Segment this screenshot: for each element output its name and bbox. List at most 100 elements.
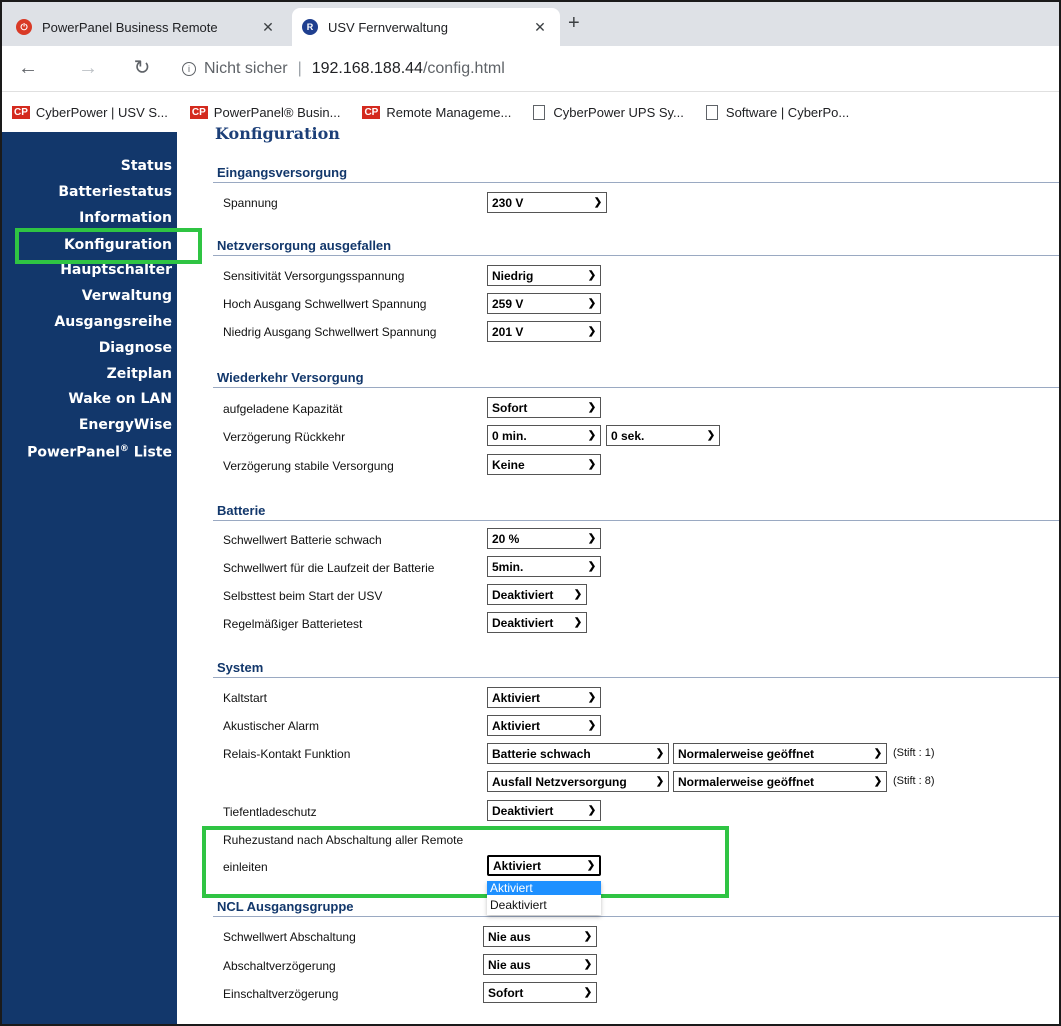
label-einschaltverzoegerung: Einschaltverzögerung xyxy=(223,987,339,1001)
select-schwellwert-abschaltung[interactable]: Nie aus ❯ xyxy=(483,926,597,947)
select-value: 230 V xyxy=(492,195,524,210)
chevron-down-icon: ❯ xyxy=(655,748,665,759)
chevron-down-icon: ❯ xyxy=(573,589,583,600)
tab-title: PowerPanel Business Remote xyxy=(42,19,218,35)
chevron-down-icon: ❯ xyxy=(583,959,593,970)
select-value: 0 min. xyxy=(492,428,527,443)
ruhezustand-dropdown-list: Aktiviert Deaktiviert xyxy=(487,881,601,915)
sidebar-item-label-suffix: Liste xyxy=(128,444,172,461)
bookmark-cyberpower-usv[interactable]: CP CyberPower | USV S... xyxy=(12,105,168,120)
select-value: Niedrig xyxy=(492,268,534,283)
sidebar-item-diagnose[interactable]: Diagnose xyxy=(99,340,172,356)
new-tab-button[interactable]: + xyxy=(568,12,580,35)
tab-strip: ⏻ PowerPanel Business Remote ✕ R USV Fer… xyxy=(2,2,1059,46)
select-verzoegerung-stabil[interactable]: Keine ❯ xyxy=(487,454,601,475)
section-title-system: System xyxy=(217,660,264,675)
section-title-ncl: NCL Ausgangsgruppe xyxy=(217,899,354,914)
select-value: Ausfall Netzversorgung xyxy=(492,774,627,789)
label-kaltstart: Kaltstart xyxy=(223,691,268,705)
section-title-batterie: Batterie xyxy=(217,503,266,518)
select-relais-funktion-1[interactable]: Batterie schwach ❯ xyxy=(487,743,669,764)
sidebar-item-energywise[interactable]: EnergyWise xyxy=(79,417,172,433)
sidebar-item-powerpanel-liste[interactable]: PowerPanel® Liste xyxy=(27,444,172,461)
forward-arrow-icon[interactable]: → xyxy=(76,57,100,79)
bookmark-software[interactable]: Software | CyberPo... xyxy=(705,104,850,120)
close-icon[interactable]: ✕ xyxy=(528,19,552,36)
select-value: Aktiviert xyxy=(492,718,541,733)
section-divider xyxy=(213,520,1059,521)
registered-mark: ® xyxy=(119,444,129,454)
select-hoch-schwellwert[interactable]: 259 V ❯ xyxy=(487,293,601,314)
tab-usv-fernverwaltung[interactable]: R USV Fernverwaltung ✕ xyxy=(292,8,560,46)
label-tiefentladeschutz: Tiefentladeschutz xyxy=(223,805,317,819)
select-value: Deaktiviert xyxy=(492,587,554,602)
select-aufgeladene-kapazitaet[interactable]: Sofort ❯ xyxy=(487,397,601,418)
select-value: Deaktiviert xyxy=(492,615,554,630)
select-batterie-schwach[interactable]: 20 % ❯ xyxy=(487,528,601,549)
label-sensitivitaet: Sensitivität Versorgungsspannung xyxy=(223,269,405,283)
label-verzoegerung-rueckkehr: Verzögerung Rückkehr xyxy=(223,430,346,444)
chevron-down-icon: ❯ xyxy=(587,326,597,337)
chevron-down-icon: ❯ xyxy=(706,430,716,441)
label-verzoegerung-stabil: Verzögerung stabile Versorgung xyxy=(223,459,394,473)
page-content: Status Batteriestatus Information Konfig… xyxy=(2,124,1059,1024)
bookmark-remote-management[interactable]: CP Remote Manageme... xyxy=(362,105,511,120)
browser-window: ⏻ PowerPanel Business Remote ✕ R USV Fer… xyxy=(0,0,1061,1026)
address-bar[interactable]: i Nicht sicher | 192.168.188.44/config.h… xyxy=(182,54,505,84)
select-sensitivitaet[interactable]: Niedrig ❯ xyxy=(487,265,601,286)
select-verzoegerung-minuten[interactable]: 0 min. ❯ xyxy=(487,425,601,446)
tab-powerpanel[interactable]: ⏻ PowerPanel Business Remote ✕ xyxy=(6,8,288,46)
sidebar-item-hauptschalter[interactable]: Hauptschalter xyxy=(60,262,172,278)
sidebar-item-information[interactable]: Information xyxy=(79,210,172,226)
select-abschaltverzoegerung[interactable]: Nie aus ❯ xyxy=(483,954,597,975)
sidebar-item-label: PowerPanel xyxy=(27,444,120,461)
dropdown-option-aktiviert[interactable]: Aktiviert xyxy=(487,881,601,895)
tab-title: USV Fernverwaltung xyxy=(328,19,448,35)
select-einschaltverzoegerung[interactable]: Sofort ❯ xyxy=(483,982,597,1003)
select-spannung[interactable]: 230 V ❯ xyxy=(487,192,607,213)
chevron-down-icon: ❯ xyxy=(587,270,597,281)
sidebar-item-ausgangsreihe[interactable]: Ausgangsreihe xyxy=(54,314,172,330)
select-relais-modus-8[interactable]: Normalerweise geöffnet ❯ xyxy=(673,771,887,792)
page-title: Konfiguration xyxy=(215,124,340,143)
select-selbsttest[interactable]: Deaktiviert ❯ xyxy=(487,584,587,605)
select-value: Nie aus xyxy=(488,929,531,944)
section-title-wiederkehr: Wiederkehr Versorgung xyxy=(217,370,364,385)
select-value: 0 sek. xyxy=(611,428,645,443)
sidebar-item-status[interactable]: Status xyxy=(121,158,172,174)
label-niedrig-schwellwert: Niedrig Ausgang Schwellwert Spannung xyxy=(223,325,437,339)
select-kaltstart[interactable]: Aktiviert ❯ xyxy=(487,687,601,708)
select-niedrig-schwellwert[interactable]: 201 V ❯ xyxy=(487,321,601,342)
document-icon xyxy=(705,104,718,120)
chevron-down-icon: ❯ xyxy=(583,987,593,998)
section-divider xyxy=(213,677,1059,678)
chevron-down-icon: ❯ xyxy=(655,776,665,787)
bookmark-powerpanel[interactable]: CP PowerPanel® Busin... xyxy=(189,105,340,120)
cp-icon: CP xyxy=(189,105,208,119)
select-relais-funktion-8[interactable]: Ausfall Netzversorgung ❯ xyxy=(487,771,669,792)
sidebar-item-zeitplan[interactable]: Zeitplan xyxy=(107,366,172,382)
sidebar-item-wake-on-lan[interactable]: Wake on LAN xyxy=(68,391,172,407)
select-verzoegerung-sekunden[interactable]: 0 sek. ❯ xyxy=(606,425,720,446)
chevron-down-icon: ❯ xyxy=(587,298,597,309)
select-akustischer-alarm[interactable]: Aktiviert ❯ xyxy=(487,715,601,736)
label-schwellwert-abschaltung: Schwellwert Abschaltung xyxy=(223,930,356,944)
sidebar-item-verwaltung[interactable]: Verwaltung xyxy=(82,288,172,304)
select-laufzeit-batterie[interactable]: 5min. ❯ xyxy=(487,556,601,577)
bookmark-label: Software | CyberPo... xyxy=(725,104,850,120)
select-regelmaessiger-test[interactable]: Deaktiviert ❯ xyxy=(487,612,587,633)
reload-icon[interactable]: ↻ xyxy=(130,57,154,79)
sidebar-item-batteriestatus[interactable]: Batteriestatus xyxy=(58,184,172,200)
select-relais-modus-1[interactable]: Normalerweise geöffnet ❯ xyxy=(673,743,887,764)
info-icon[interactable]: i xyxy=(182,62,196,76)
label-selbsttest: Selbsttest beim Start der USV xyxy=(223,589,383,603)
close-icon[interactable]: ✕ xyxy=(256,19,280,36)
sidebar: Status Batteriestatus Information Konfig… xyxy=(2,132,177,1024)
dropdown-option-deaktiviert[interactable]: Deaktiviert xyxy=(487,895,601,915)
bookmark-cyberpower-ups[interactable]: CyberPower UPS Sy... xyxy=(533,104,684,120)
powerpanel-icon: ⏻ xyxy=(16,19,32,35)
navigation-bar: ← → ↻ i Nicht sicher | 192.168.188.44/co… xyxy=(2,46,1059,92)
security-label: Nicht sicher xyxy=(204,60,288,77)
back-arrow-icon[interactable]: ← xyxy=(16,57,40,79)
select-tiefentladeschutz[interactable]: Deaktiviert ❯ xyxy=(487,800,601,821)
